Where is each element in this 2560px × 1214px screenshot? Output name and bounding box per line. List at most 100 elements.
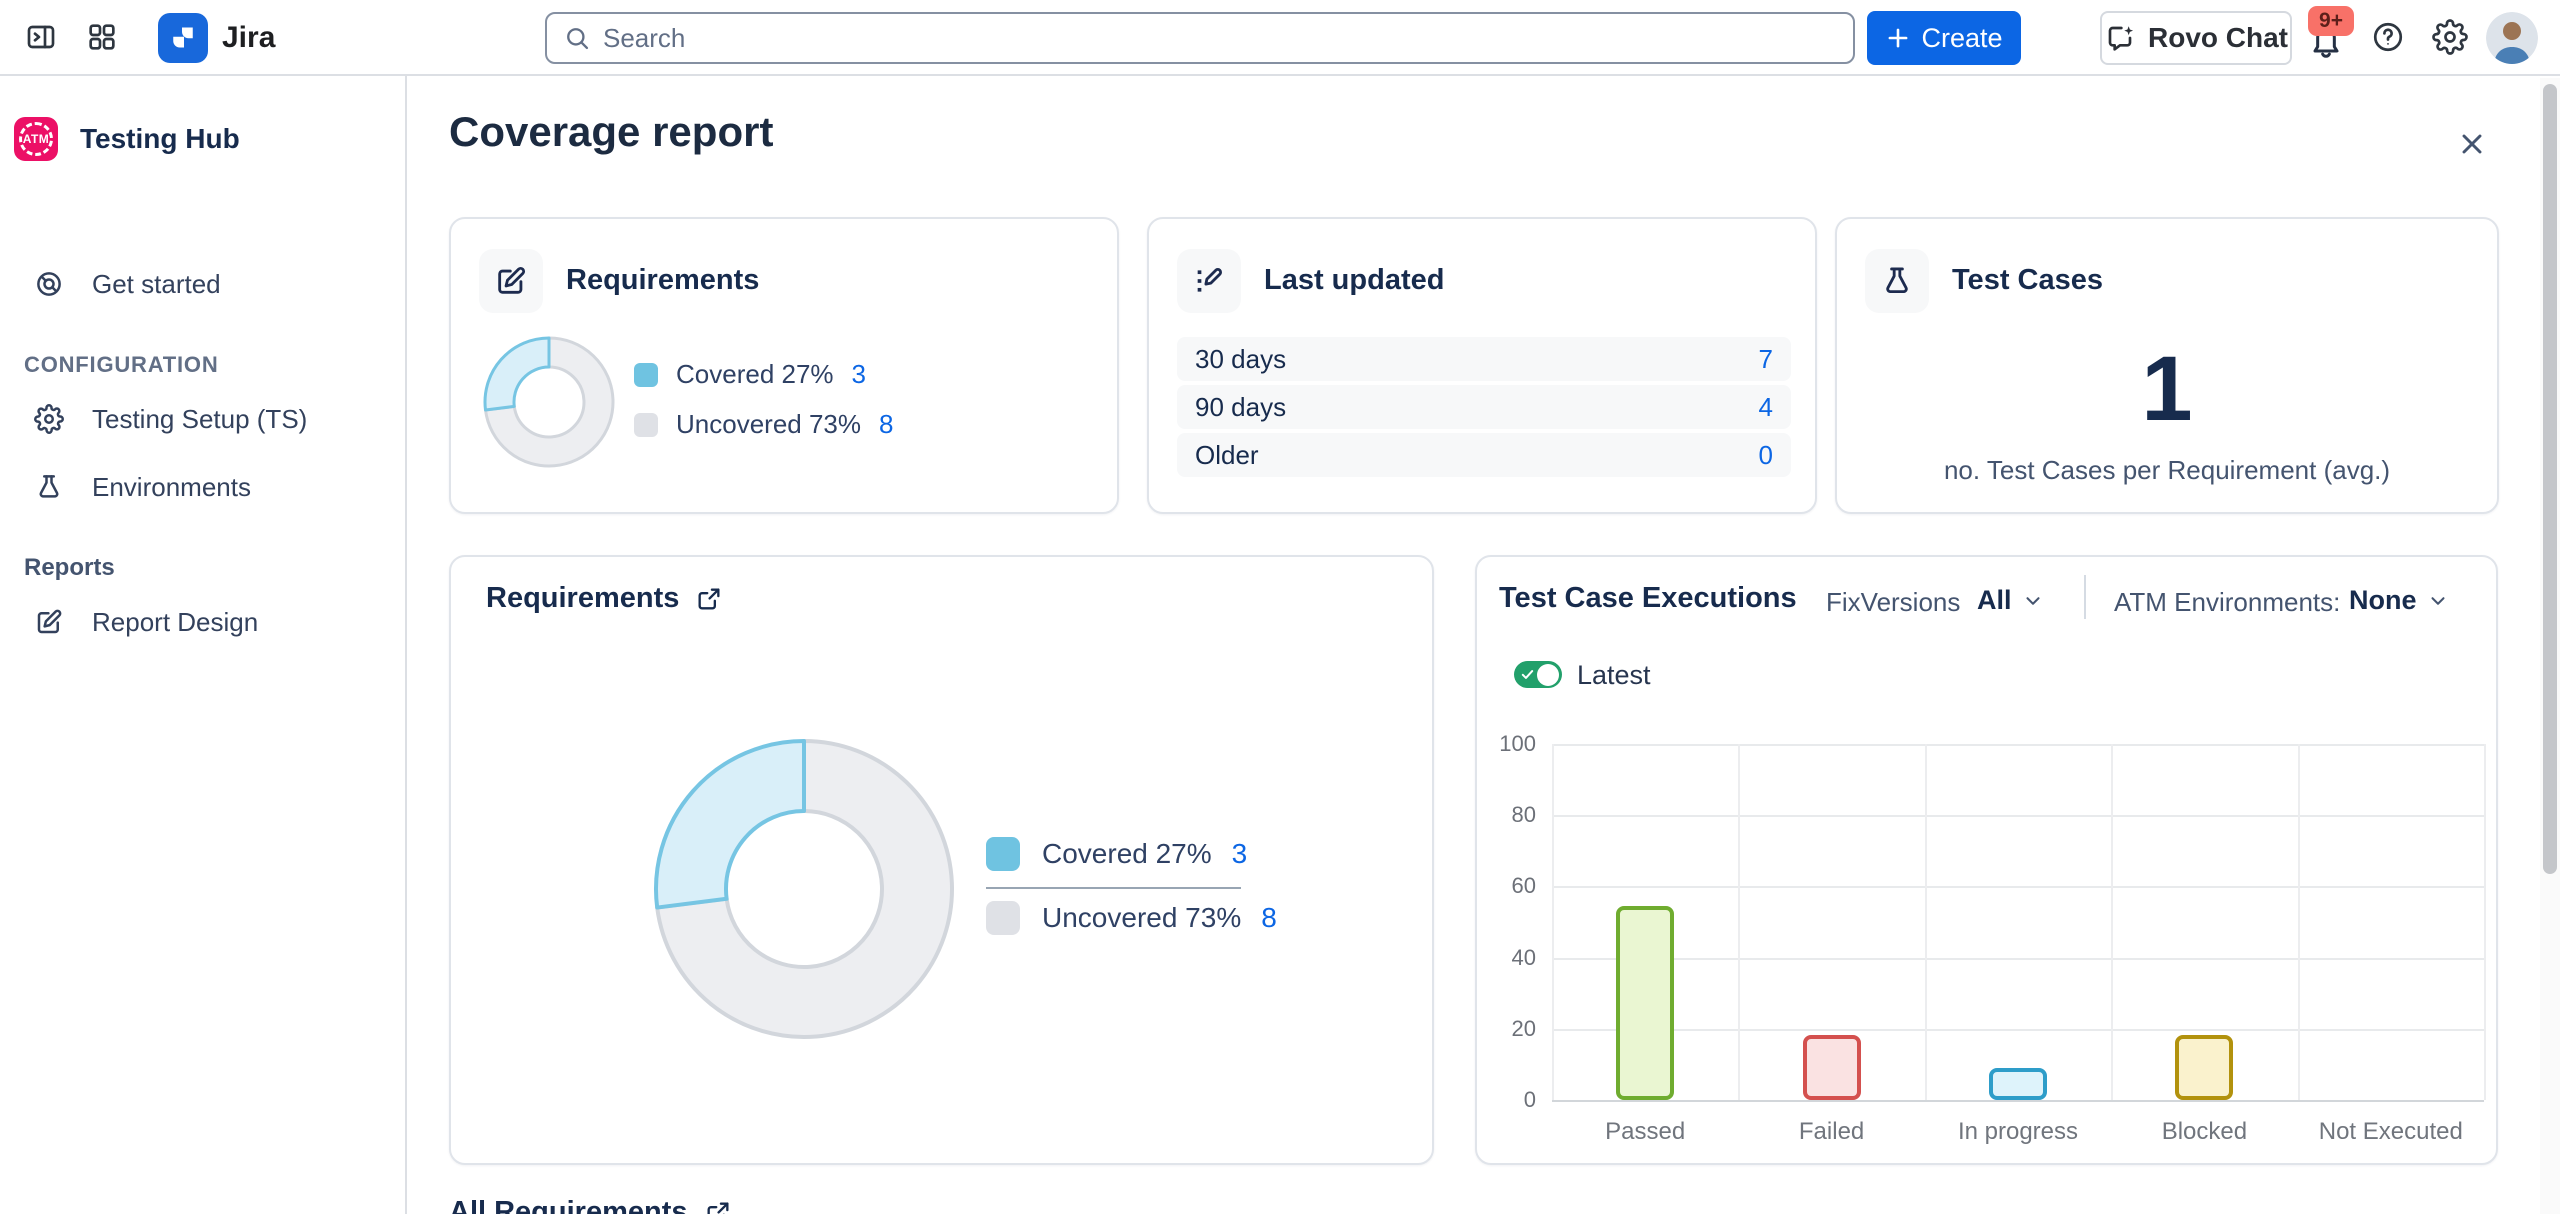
search-icon: [563, 24, 591, 52]
sidebar-item-report-design[interactable]: Report Design: [0, 594, 405, 650]
x-axis-category-label: Not Executed: [2298, 1118, 2484, 1146]
all-requirements-heading: All Requirements: [449, 1196, 732, 1214]
app-window: Jira Create R: [0, 0, 2560, 1214]
bar-in-progress: [1989, 1068, 2047, 1100]
test-cases-caption: no. Test Cases per Requirement (avg.): [1837, 455, 2497, 486]
y-axis-tick-label: 60: [1456, 873, 1536, 899]
y-axis-tick-label: 0: [1456, 1087, 1536, 1113]
gridline: [1552, 958, 2484, 960]
legend-label: Uncovered 73%: [1042, 902, 1241, 934]
page-scrollbar-thumb[interactable]: [2543, 84, 2557, 874]
sidebar-title: Testing Hub: [80, 123, 240, 155]
page-title: Coverage report: [449, 108, 773, 156]
gridline: [2111, 744, 2113, 1100]
sidebar-item-label: Testing Setup (TS): [92, 404, 307, 435]
topbar: Jira Create R: [0, 0, 2560, 76]
legend-swatch-covered: [986, 837, 1020, 871]
fixversions-label: FixVersions: [1826, 587, 1960, 618]
sidebar-toggle-icon: [25, 21, 57, 56]
card-title: Last updated: [1264, 264, 1444, 297]
requirements-donut-chart-large: [652, 737, 956, 1041]
search-input[interactable]: [603, 23, 1803, 54]
panel-title: Test Case Executions: [1499, 582, 1797, 615]
x-axis-category-label: Passed: [1552, 1118, 1738, 1146]
requirements-summary-card: Requirements Covered 27% 3 Uncovered 73%…: [449, 217, 1119, 514]
edit-icon: [494, 264, 528, 298]
app-switcher-icon: [86, 21, 118, 56]
x-axis-category-label: In progress: [1925, 1118, 2111, 1146]
legend-item-covered: Covered 27% 3: [634, 359, 866, 390]
legend-label: Uncovered 73%: [676, 409, 861, 440]
uncovered-count-link[interactable]: 8: [879, 409, 893, 440]
sidebar-item-label: Report Design: [92, 607, 258, 638]
y-axis-tick-label: 100: [1456, 731, 1536, 757]
user-avatar[interactable]: [2486, 12, 2538, 64]
sidebar: ATM Testing Hub Get started CONFIGURATIO…: [0, 76, 407, 1214]
help-icon: [2370, 19, 2406, 58]
row-count-link[interactable]: 0: [1759, 440, 1773, 471]
uncovered-count-link[interactable]: 8: [1261, 902, 1277, 934]
gridline: [1552, 815, 2484, 817]
close-button[interactable]: [2449, 122, 2495, 168]
sidebar-toggle-button[interactable]: [19, 16, 63, 60]
chevron-down-icon: [2427, 590, 2449, 612]
last-updated-row-older: Older 0: [1177, 433, 1791, 477]
executions-panel: Test Case Executions FixVersions All ATM…: [1475, 555, 2498, 1165]
latest-toggle-label: Latest: [1577, 660, 1651, 691]
close-icon: [2456, 128, 2488, 163]
external-link-icon[interactable]: [695, 585, 723, 613]
legend-swatch-uncovered: [634, 413, 658, 437]
legend-swatch-covered: [634, 363, 658, 387]
settings-button[interactable]: [2428, 16, 2472, 60]
atm-environments-dropdown[interactable]: None: [2349, 585, 2449, 616]
create-button[interactable]: Create: [1867, 11, 2021, 65]
latest-toggle[interactable]: [1514, 661, 1562, 688]
panel-title: Requirements: [486, 582, 723, 615]
legend-label: Covered 27%: [1042, 838, 1212, 870]
rovo-chat-button[interactable]: Rovo Chat: [2100, 11, 2292, 65]
covered-count-link[interactable]: 3: [1232, 838, 1248, 870]
bar-blocked: [2175, 1035, 2233, 1100]
app-switcher-button[interactable]: [80, 16, 124, 60]
page-scrollbar: [2540, 78, 2560, 1214]
requirements-donut-chart: [481, 334, 617, 470]
bar-failed: [1803, 1035, 1861, 1100]
gridline: [1552, 886, 2484, 888]
card-title: Test Cases: [1952, 264, 2103, 297]
flask-icon: [34, 472, 64, 502]
test-cases-value: 1: [1837, 337, 2497, 442]
external-link-icon[interactable]: [704, 1199, 732, 1214]
chevron-down-icon: [2022, 590, 2044, 612]
sidebar-section-reports: Reports: [24, 554, 115, 582]
icon-tile: [1865, 249, 1929, 313]
covered-count-link[interactable]: 3: [852, 359, 866, 390]
flask-icon: [1880, 264, 1914, 298]
legend-item-uncovered: Uncovered 73% 8: [986, 901, 1277, 935]
plus-icon: [1885, 25, 1911, 51]
y-axis-tick-label: 20: [1456, 1016, 1536, 1042]
last-updated-row-30days: 30 days 7: [1177, 337, 1791, 381]
sidebar-item-get-started[interactable]: Get started: [0, 256, 405, 312]
notifications-badge: 9+: [2308, 6, 2354, 36]
row-count-link[interactable]: 7: [1759, 344, 1773, 375]
gridline: [1925, 744, 1927, 1100]
gear-icon: [34, 404, 64, 434]
last-updated-card: Last updated 30 days 7 90 days 4 Older 0: [1147, 217, 1817, 514]
main-content: Coverage report Requirements: [409, 78, 2560, 1214]
search-bar: [545, 12, 1855, 64]
fixversions-dropdown[interactable]: All: [1977, 585, 2044, 616]
sidebar-item-environments[interactable]: Environments: [0, 459, 405, 515]
row-count-link[interactable]: 4: [1759, 392, 1773, 423]
gridline: [1552, 1100, 2484, 1102]
executions-bar-chart: 020406080100PassedFailedIn progressBlock…: [1552, 744, 2484, 1100]
help-button[interactable]: [2366, 16, 2410, 60]
sidebar-item-testing-setup[interactable]: Testing Setup (TS): [0, 391, 405, 447]
row-label: Older: [1195, 440, 1259, 471]
bell-icon: [2306, 47, 2346, 64]
jira-logo[interactable]: [158, 13, 208, 63]
row-label: 90 days: [1195, 392, 1286, 423]
sidebar-item-label: Environments: [92, 472, 251, 503]
legend-divider: [986, 887, 1241, 889]
gridline: [2298, 744, 2300, 1100]
gear-icon: [2432, 19, 2468, 58]
